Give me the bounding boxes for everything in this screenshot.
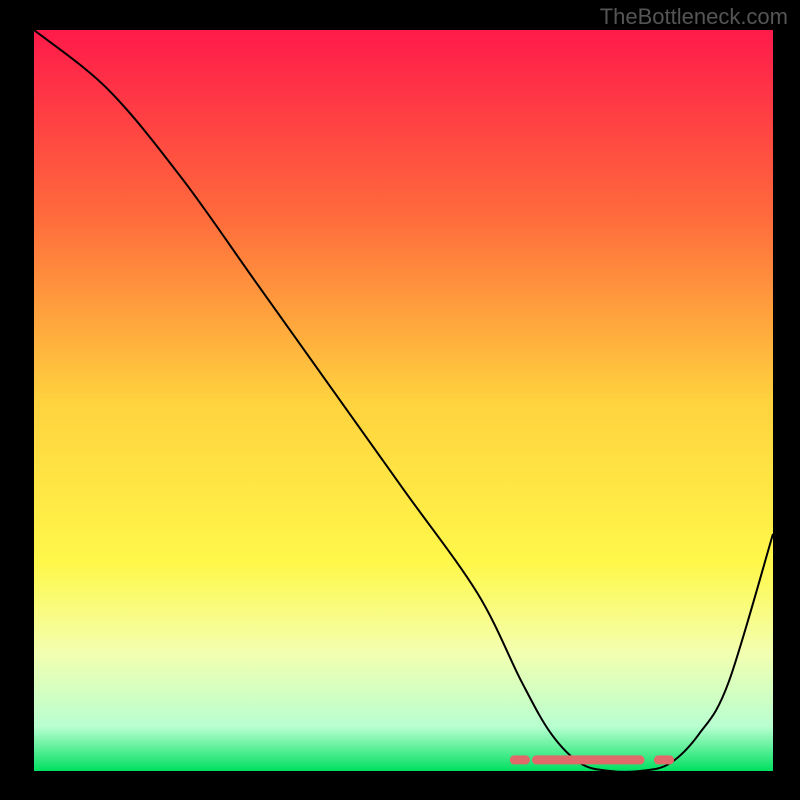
flat-band-endcap xyxy=(532,755,541,764)
chart-svg xyxy=(34,30,773,771)
flat-band-endcap xyxy=(510,755,519,764)
flat-band-endcap xyxy=(521,755,530,764)
chart-canvas xyxy=(34,30,773,771)
flat-band-endcap xyxy=(654,755,663,764)
gradient-background xyxy=(34,30,773,771)
flat-band-endcap xyxy=(665,755,674,764)
watermark-text: TheBottleneck.com xyxy=(600,4,788,30)
flat-band-endcap xyxy=(635,755,644,764)
